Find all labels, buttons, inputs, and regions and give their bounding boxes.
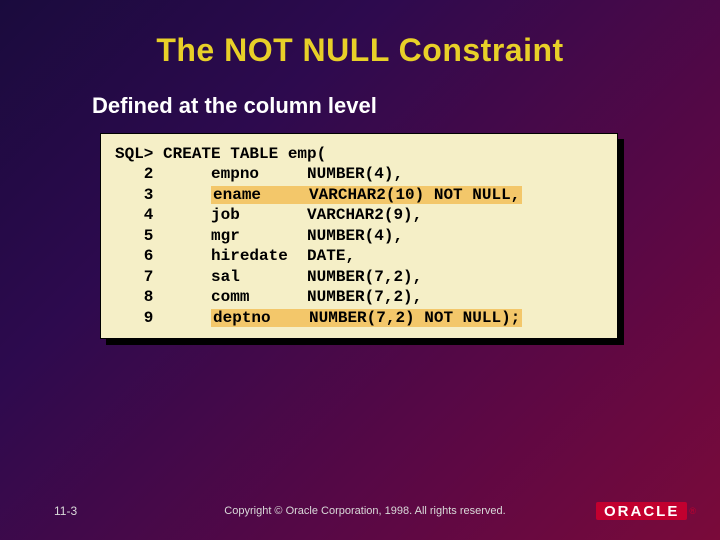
- code-line-4: 4 job VARCHAR2(9),: [115, 206, 422, 224]
- code-line-3-highlight: ename VARCHAR2(10) NOT NULL,: [211, 186, 522, 204]
- code-line-3: 3: [115, 186, 211, 204]
- copyright-text: Copyright © Oracle Corporation, 1998. Al…: [134, 505, 596, 517]
- registered-icon: ®: [689, 506, 696, 516]
- slide-title: The NOT NULL Constraint: [0, 0, 720, 69]
- code-line-8: 8 comm NUMBER(7,2),: [115, 288, 422, 306]
- code-line-9: 9: [115, 309, 211, 327]
- code-line-2: 2 empno NUMBER(4),: [115, 165, 403, 183]
- footer: 11-3 Copyright © Oracle Corporation, 199…: [0, 502, 720, 520]
- code-line-7: 7 sal NUMBER(7,2),: [115, 268, 422, 286]
- code-line-5: 5 mgr NUMBER(4),: [115, 227, 403, 245]
- code-line-6: 6 hiredate DATE,: [115, 247, 355, 265]
- slide-subtitle: Defined at the column level: [92, 93, 720, 119]
- sql-code-box: SQL> CREATE TABLE emp( 2 empno NUMBER(4)…: [100, 133, 618, 339]
- code-block-container: SQL> CREATE TABLE emp( 2 empno NUMBER(4)…: [100, 133, 618, 339]
- oracle-logo-text: ORACLE: [596, 502, 687, 520]
- code-line-9-highlight: deptno NUMBER(7,2) NOT NULL);: [211, 309, 522, 327]
- oracle-logo: ORACLE ®: [596, 502, 696, 520]
- code-line-1: SQL> CREATE TABLE emp(: [115, 145, 326, 163]
